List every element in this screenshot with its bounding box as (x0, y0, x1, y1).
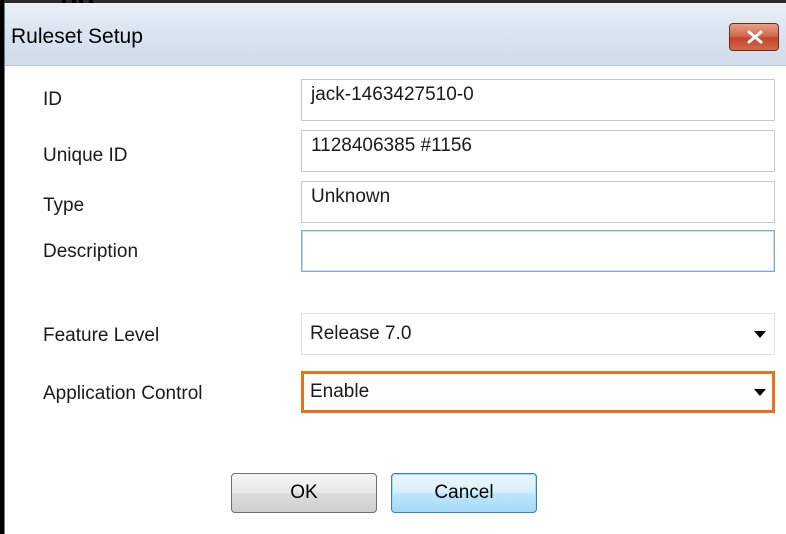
application-control-label: Application Control (43, 383, 203, 404)
feature-level-dropdown[interactable]: Release 7.0 (301, 313, 775, 355)
type-label: Type (43, 195, 85, 216)
id-label: ID (43, 89, 62, 110)
unique-id-label: Unique ID (43, 145, 128, 166)
cancel-button[interactable]: Cancel (391, 473, 537, 513)
application-control-value: Enable (310, 381, 370, 402)
id-field[interactable]: jack-1463427510-0 (301, 79, 775, 121)
application-control-dropdown[interactable]: Enable (301, 371, 775, 413)
screen: pp Ruleset Setup ID jack-1463427510-0 Un… (0, 0, 786, 534)
close-x-icon (747, 30, 763, 44)
unique-id-field[interactable]: 1128406385 #1156 (301, 130, 775, 172)
chevron-down-icon[interactable] (752, 385, 768, 399)
chevron-down-icon[interactable] (752, 327, 768, 341)
ok-button[interactable]: OK (231, 473, 377, 513)
description-label: Description (43, 241, 139, 262)
feature-level-label: Feature Level (43, 325, 160, 346)
type-field[interactable]: Unknown (301, 181, 775, 223)
description-field[interactable] (301, 230, 775, 272)
dialog-title: Ruleset Setup (11, 25, 143, 48)
ruleset-setup-dialog: Ruleset Setup ID jack-1463427510-0 Uniqu… (4, 3, 786, 534)
close-button[interactable] (729, 23, 779, 51)
feature-level-value: Release 7.0 (310, 323, 412, 344)
title-bar[interactable]: Ruleset Setup (5, 3, 786, 66)
